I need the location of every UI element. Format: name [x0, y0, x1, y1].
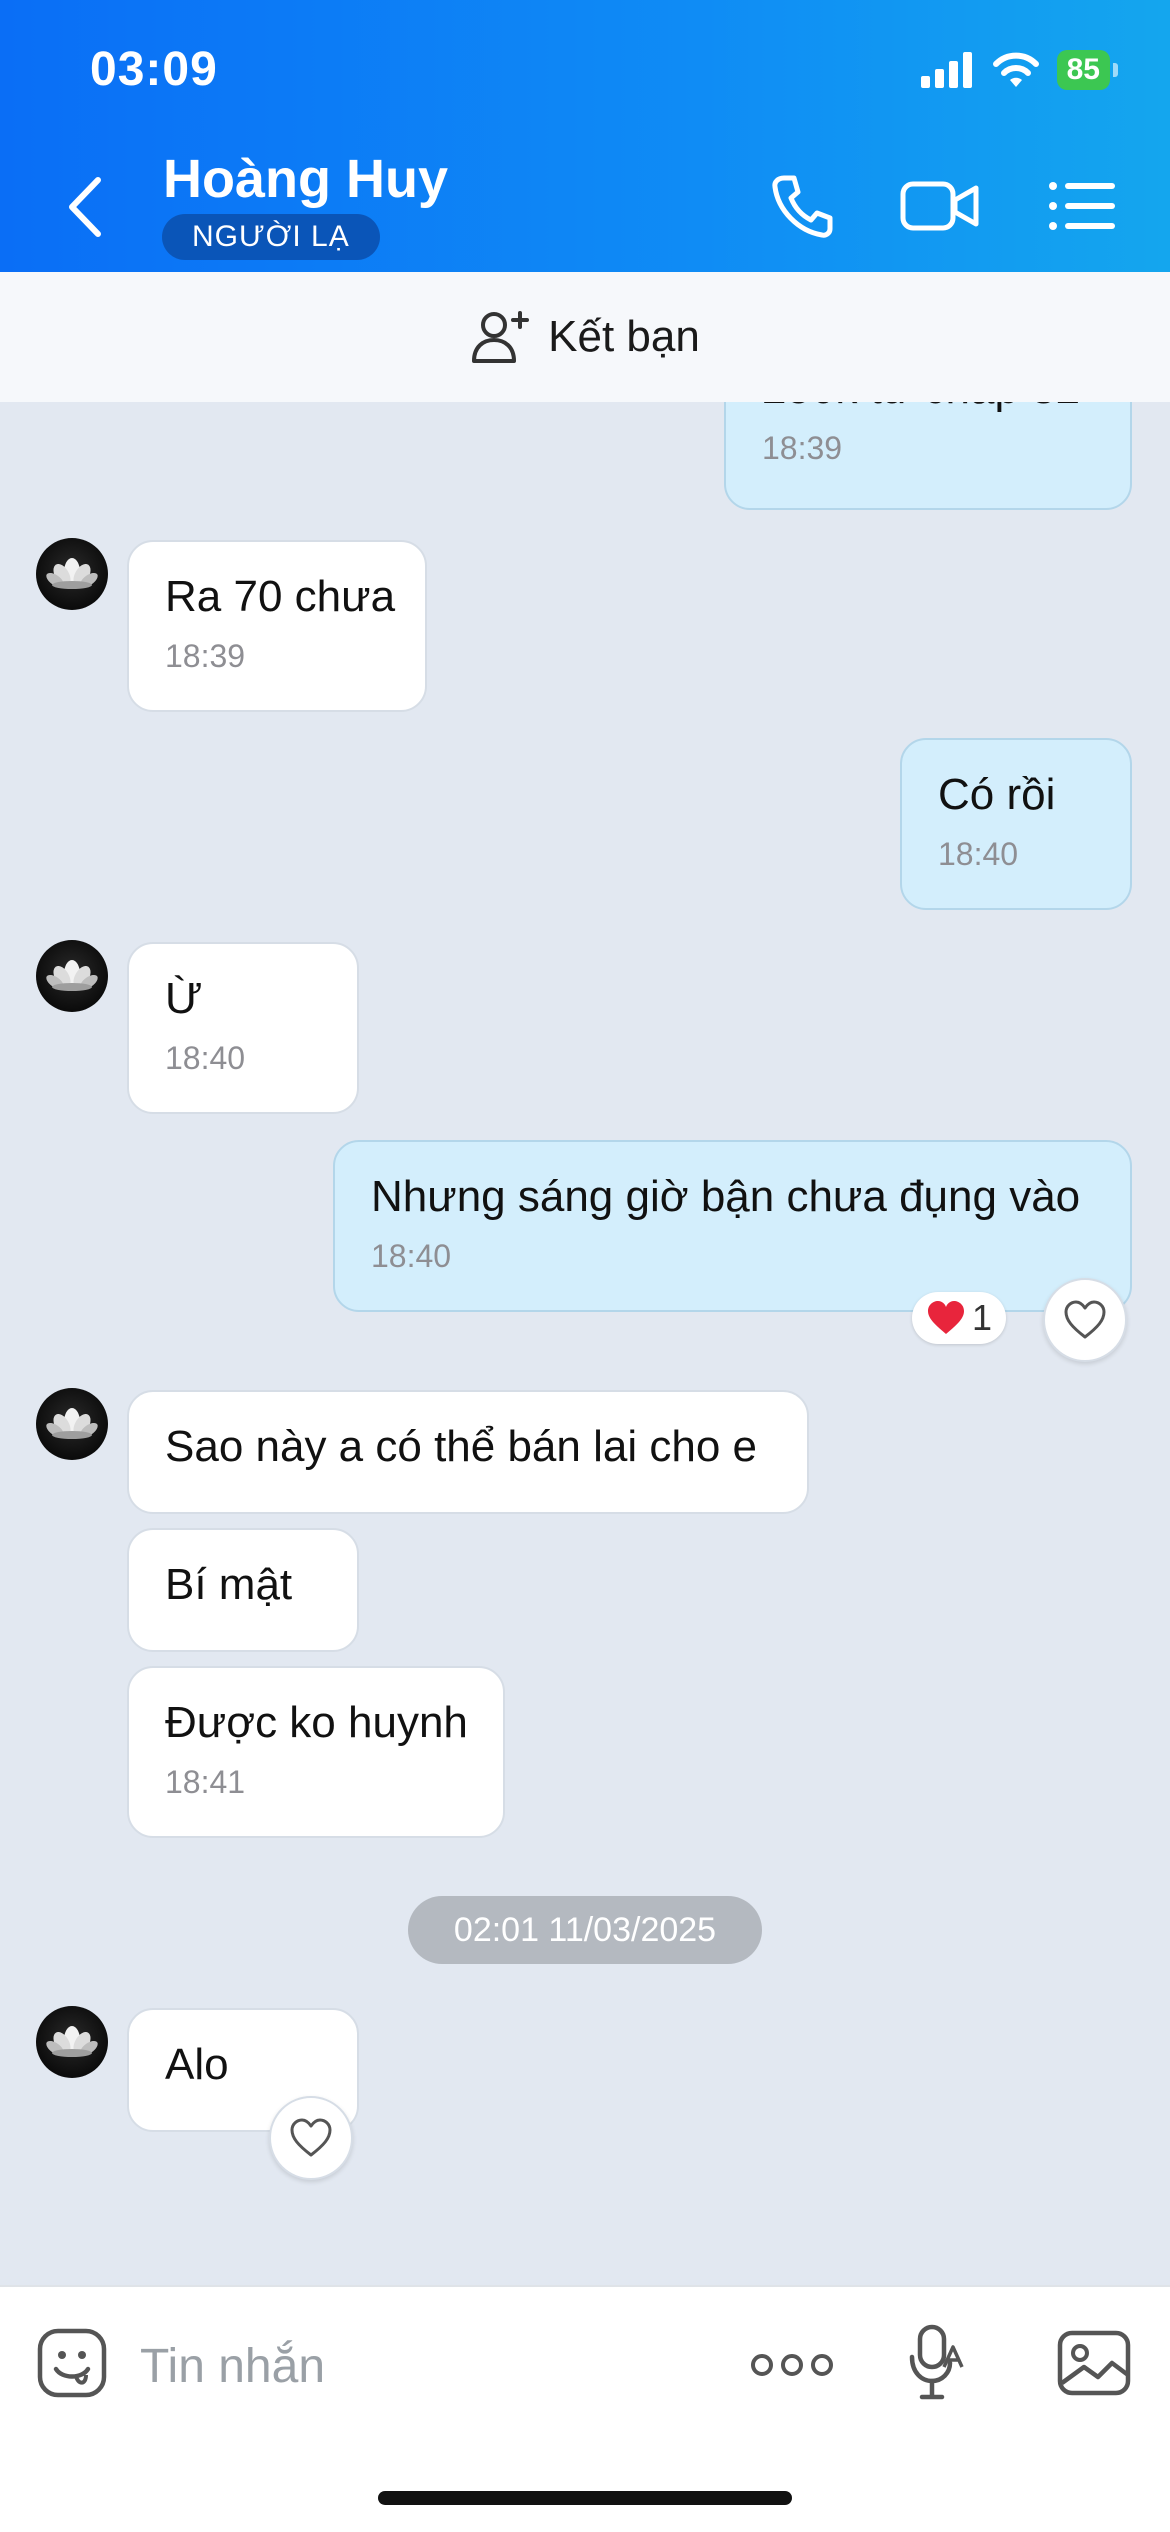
status-time: 03:09 — [90, 43, 218, 96]
status-icons: 85 — [920, 48, 1119, 92]
signal-icon — [920, 52, 972, 88]
avatar[interactable] — [36, 1388, 108, 1460]
message-bubble-outgoing[interactable]: Nhưng sáng giờ bận chưa đụng vào 18:40 — [333, 1140, 1132, 1312]
home-indicator[interactable] — [378, 2491, 792, 2505]
avatar[interactable] — [36, 538, 108, 610]
reaction-count: 1 — [972, 1297, 993, 1338]
message-bubble-incoming[interactable]: Bí mật — [127, 1528, 359, 1652]
message-bubble-incoming[interactable]: Ra 70 chưa 18:39 — [127, 540, 427, 712]
message-composer — [0, 2285, 1170, 2532]
gallery-image-icon[interactable] — [1056, 2327, 1132, 2399]
message-text: 250k từ chấp 32 — [762, 402, 1094, 414]
message-bubble-outgoing[interactable]: 250k từ chấp 32 18:39 — [724, 402, 1132, 510]
avatar[interactable] — [36, 940, 108, 1012]
message-text: Sao này a có thể bán lai cho e — [165, 1422, 757, 1471]
message-time: 18:41 — [165, 1764, 246, 1800]
message-time: 18:40 — [371, 1238, 452, 1274]
lotus-icon — [46, 2026, 98, 2057]
message-text: Ừ — [165, 974, 203, 1023]
phone-call-icon[interactable] — [770, 172, 834, 240]
message-input[interactable] — [140, 2331, 700, 2401]
message-text: Nhưng sáng giờ bận chưa đụng vào — [371, 1172, 1081, 1221]
wifi-icon — [992, 52, 1039, 87]
voice-to-text-mic-icon[interactable] — [906, 2323, 966, 2403]
message-text: Được ko huynh — [165, 1698, 468, 1747]
message-text: Bí mật — [165, 1560, 293, 1609]
add-user-icon — [472, 311, 530, 363]
battery-indicator: 85 — [1056, 50, 1119, 90]
contact-name[interactable]: Hoàng Huy — [163, 148, 448, 210]
stranger-badge: NGƯỜI LẠ — [162, 214, 380, 260]
message-text: Ra 70 chưa — [165, 572, 396, 621]
lotus-icon — [46, 1408, 98, 1439]
menu-list-icon[interactable] — [1045, 172, 1117, 240]
message-time: 18:40 — [165, 1040, 246, 1076]
reaction-summary[interactable]: 1 — [912, 1292, 1007, 1344]
chat-header: 03:09 85 Hoàng Huy NGƯỜI LẠ — [0, 0, 1170, 272]
back-arrow-icon[interactable] — [60, 172, 110, 242]
heart-outline-icon — [1064, 1300, 1106, 1339]
lotus-icon — [46, 558, 98, 589]
red-heart-icon — [928, 1301, 964, 1334]
avatar[interactable] — [36, 2006, 108, 2078]
message-time: 18:39 — [762, 430, 843, 466]
add-friend-button[interactable]: Kết bạn — [0, 272, 1170, 402]
lotus-icon — [46, 960, 98, 991]
message-text: Alo — [165, 2040, 229, 2089]
message-list[interactable]: 250k từ chấp 32 18:39 Ra 70 chưa 18:39 C… — [0, 402, 1170, 2285]
message-bubble-outgoing[interactable]: Có rồi 18:40 — [900, 738, 1132, 910]
react-heart-button[interactable] — [269, 2096, 353, 2180]
add-friend-label: Kết bạn — [548, 312, 700, 361]
message-bubble-incoming[interactable]: Ừ 18:40 — [127, 942, 359, 1114]
message-bubble-incoming[interactable]: Được ko huynh 18:41 — [127, 1666, 505, 1838]
emoji-sticker-icon[interactable] — [36, 2327, 108, 2399]
message-text: Có rồi — [938, 770, 1056, 819]
video-call-icon[interactable] — [900, 172, 980, 240]
date-separator: 02:01 11/03/2025 — [408, 1896, 762, 1964]
react-heart-button[interactable] — [1043, 1278, 1127, 1362]
more-options-icon[interactable] — [750, 2347, 834, 2383]
heart-outline-icon — [290, 2118, 332, 2157]
message-time: 18:39 — [165, 638, 246, 674]
message-bubble-incoming[interactable]: Sao này a có thể bán lai cho e — [127, 1390, 809, 1514]
message-time: 18:40 — [938, 836, 1019, 872]
